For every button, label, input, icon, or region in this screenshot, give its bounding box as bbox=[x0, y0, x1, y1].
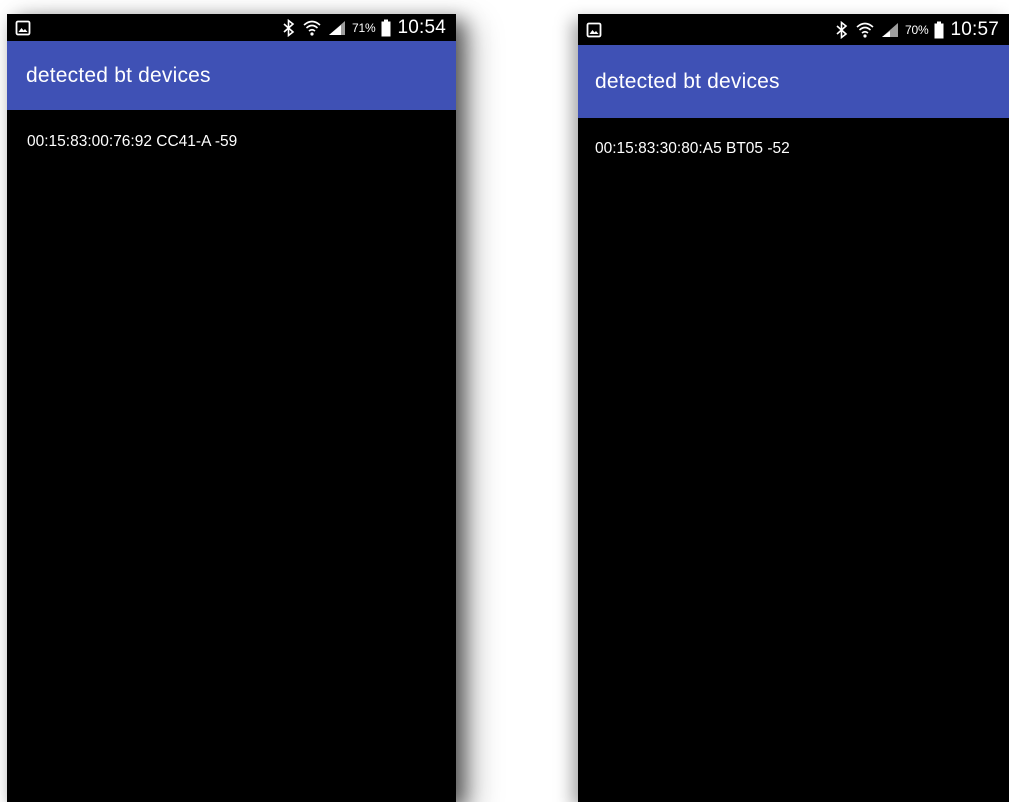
app-title: detected bt devices bbox=[26, 63, 211, 87]
phone-screen-right: 70% 10:57 detected bt devices 00:15:83:3… bbox=[578, 14, 1009, 802]
cell-signal-icon bbox=[328, 20, 346, 36]
app-title: detected bt devices bbox=[595, 69, 780, 93]
battery-percent: 70% bbox=[905, 22, 929, 37]
bluetooth-icon bbox=[282, 18, 296, 37]
device-list: 00:15:83:30:80:A5 BT05 -52 bbox=[578, 118, 1009, 159]
app-bar: detected bt devices bbox=[7, 41, 456, 110]
gallery-notification-icon bbox=[586, 22, 602, 38]
wifi-icon bbox=[302, 19, 322, 37]
phone-screen-left: 71% 10:54 detected bt devices 00:15:83:0… bbox=[7, 14, 456, 802]
screenshot-stage: 71% 10:54 detected bt devices 00:15:83:0… bbox=[0, 0, 1009, 802]
device-list-item[interactable]: 00:15:83:00:76:92 CC41-A -59 bbox=[7, 110, 456, 152]
status-bar: 71% 10:54 bbox=[7, 14, 456, 41]
bluetooth-icon bbox=[835, 20, 849, 39]
status-clock: 10:54 bbox=[397, 16, 446, 38]
cell-signal-icon bbox=[881, 22, 899, 38]
battery-percent: 71% bbox=[352, 20, 376, 35]
gallery-notification-icon bbox=[15, 20, 31, 36]
device-list: 00:15:83:00:76:92 CC41-A -59 bbox=[7, 110, 456, 152]
status-clock: 10:57 bbox=[950, 18, 999, 40]
device-list-item[interactable]: 00:15:83:30:80:A5 BT05 -52 bbox=[578, 118, 1009, 159]
app-bar: detected bt devices bbox=[578, 45, 1009, 118]
status-bar: 70% 10:57 bbox=[578, 14, 1009, 45]
battery-icon bbox=[381, 19, 391, 37]
battery-icon bbox=[934, 21, 944, 39]
wifi-icon bbox=[855, 21, 875, 39]
